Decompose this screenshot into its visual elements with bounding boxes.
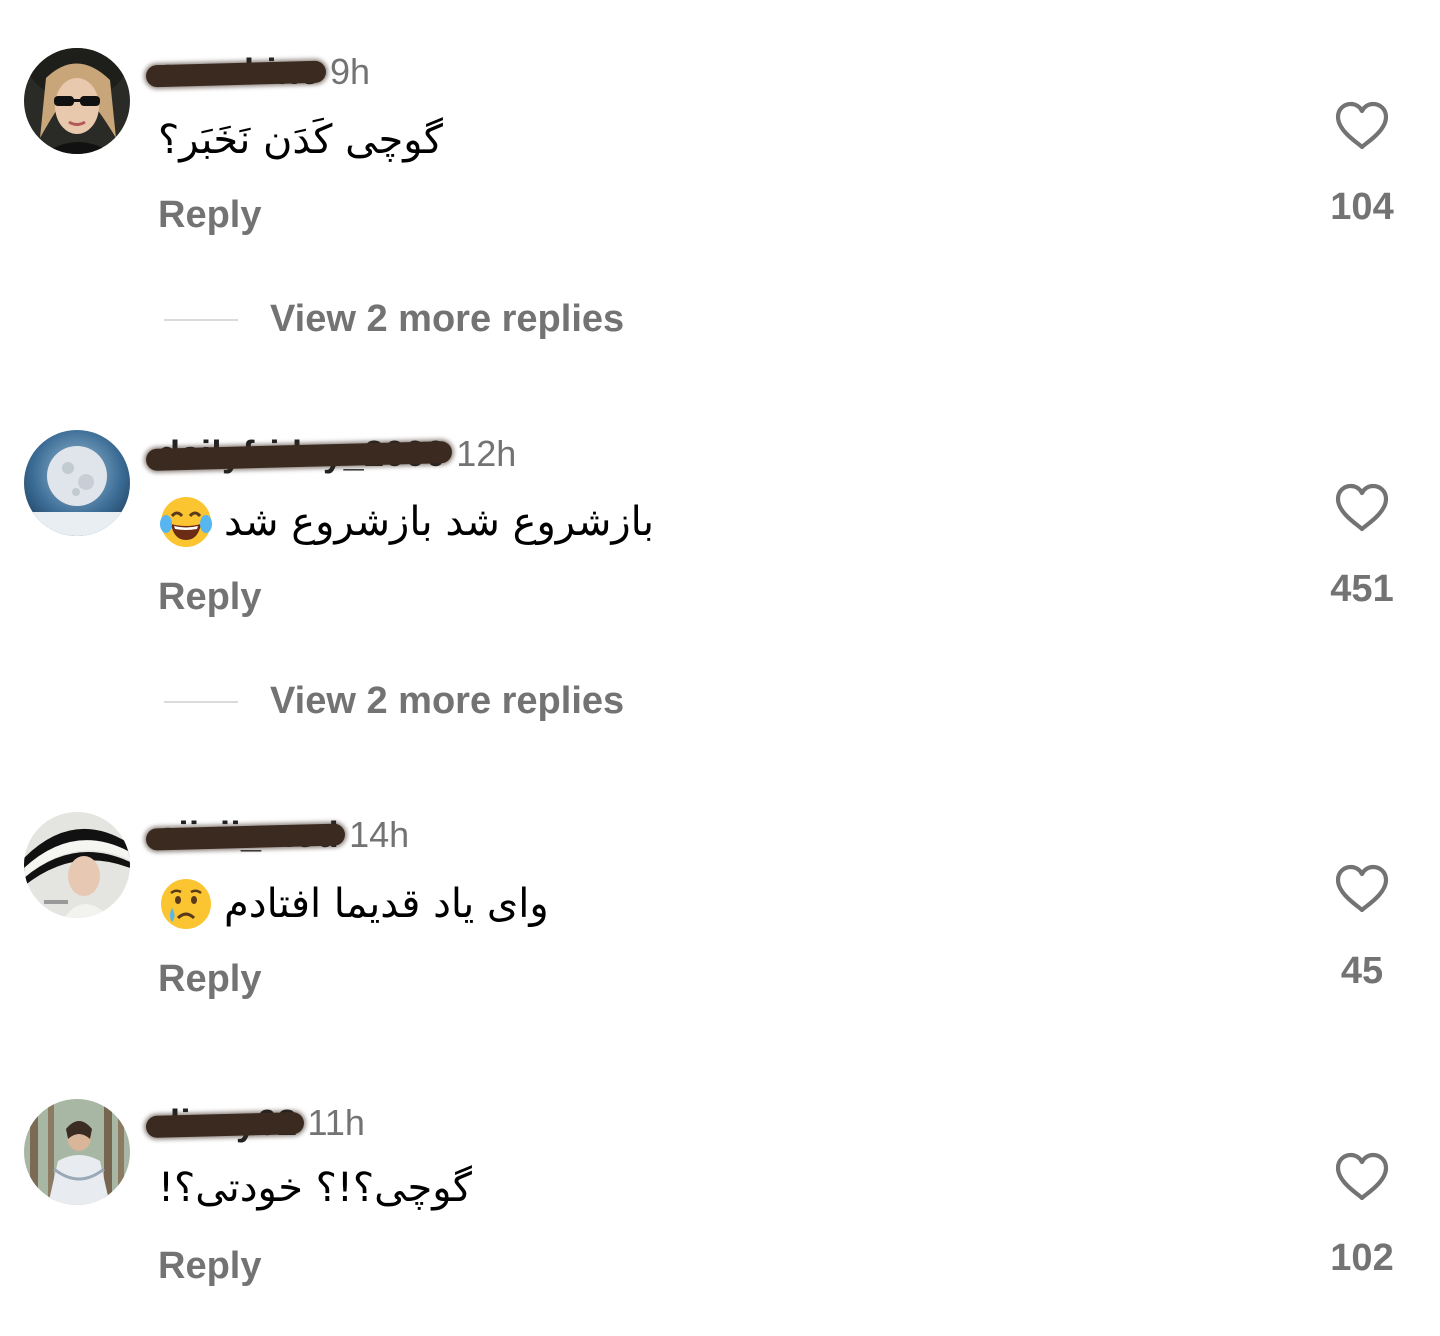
crying-face-icon xyxy=(158,876,214,932)
like-button[interactable] xyxy=(1334,864,1390,914)
timestamp: 12h xyxy=(456,433,517,474)
woman-sunglasses-avatar-icon xyxy=(24,48,130,154)
reply-button[interactable]: Reply xyxy=(158,958,261,1001)
heart-icon xyxy=(1335,1152,1389,1201)
like-count: 45 xyxy=(1340,950,1384,992)
heart-icon xyxy=(1335,483,1389,532)
username-row: dinny62 11h xyxy=(145,1101,365,1145)
avatar[interactable] xyxy=(24,1099,130,1205)
avatar[interactable] xyxy=(24,430,130,536)
comment-text-content: گوچی کَدَن نَخَبَر؟ xyxy=(158,117,443,163)
reply-button[interactable]: Reply xyxy=(158,194,261,237)
comment-text: وای یاد قدیما افتادم xyxy=(158,874,549,934)
view-more-replies[interactable]: View 2 more replies xyxy=(164,298,624,341)
avatar[interactable] xyxy=(24,48,130,154)
comment-text: گوچی؟!؟ خودتی؟! xyxy=(158,1160,472,1216)
comment-text-content: وای یاد قدیما افتادم xyxy=(224,881,549,927)
reply-button[interactable]: Reply xyxy=(158,1245,261,1288)
view-more-label: View 2 more replies xyxy=(270,680,625,722)
like-button[interactable] xyxy=(1334,483,1390,533)
username[interactable]: sunshine xyxy=(145,51,327,93)
username-row: sunshine 9h xyxy=(145,50,371,94)
face-with-tears-of-joy-icon xyxy=(158,494,214,550)
comment-text: گوچی کَدَن نَخَبَر؟ xyxy=(158,112,443,168)
comment-text: بازشروع شد بازشروع شد xyxy=(158,492,654,552)
username-row: siicii_mod 14h xyxy=(145,813,410,857)
like-button[interactable] xyxy=(1334,1152,1390,1202)
like-count: 104 xyxy=(1330,186,1394,228)
view-more-label: View 2 more replies xyxy=(270,298,625,340)
moon-avatar-icon xyxy=(24,430,130,536)
divider-line xyxy=(164,700,238,703)
woman-hat-avatar-icon xyxy=(24,812,130,918)
divider-line xyxy=(164,318,238,321)
redaction-mark xyxy=(145,1111,304,1139)
reply-button[interactable]: Reply xyxy=(158,576,261,619)
like-count: 102 xyxy=(1330,1237,1394,1279)
heart-icon xyxy=(1335,864,1389,913)
avatar[interactable] xyxy=(24,812,130,918)
like-count: 451 xyxy=(1330,568,1394,610)
comment-text-content: بازشروع شد بازشروع شد xyxy=(224,499,654,545)
heart-icon xyxy=(1335,101,1389,150)
woman-forest-avatar-icon xyxy=(24,1099,130,1205)
timestamp: 11h xyxy=(307,1102,365,1143)
username[interactable]: siicii_mod xyxy=(145,814,346,856)
username[interactable]: dailyfriday_2000 xyxy=(145,433,453,475)
like-button[interactable] xyxy=(1334,101,1390,151)
redaction-mark xyxy=(145,60,327,88)
timestamp: 14h xyxy=(349,814,410,855)
username-row: dailyfriday_2000 12h xyxy=(145,432,517,476)
username[interactable]: dinny62 xyxy=(145,1102,304,1144)
view-more-replies[interactable]: View 2 more replies xyxy=(164,680,624,723)
comment-text-content: گوچی؟!؟ خودتی؟! xyxy=(158,1165,472,1211)
timestamp: 9h xyxy=(330,51,371,92)
